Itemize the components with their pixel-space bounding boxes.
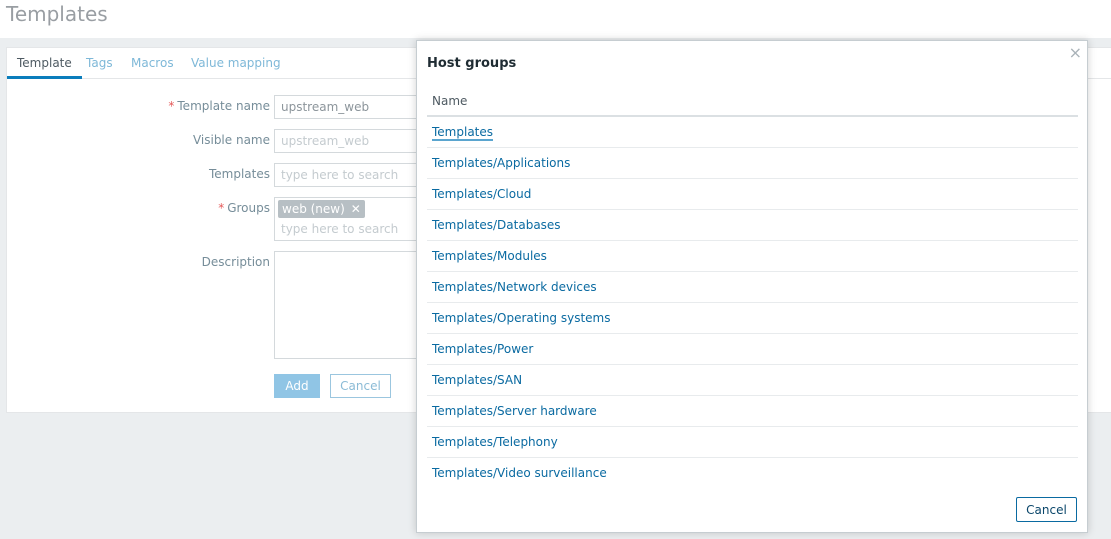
add-button[interactable]: Add — [274, 374, 320, 398]
host-group-link[interactable]: Templates/Operating systems — [432, 311, 611, 325]
list-item: Templates/Cloud — [427, 179, 1078, 210]
required-mark: * — [168, 99, 175, 113]
group-chip: web (new) ✕ — [278, 200, 365, 218]
templates-search-input[interactable]: type here to search — [274, 163, 434, 187]
template-name-label: * Template name — [168, 99, 270, 113]
list-item: Templates/Power — [427, 334, 1078, 365]
host-group-link[interactable]: Templates/Applications — [432, 156, 570, 170]
host-groups-dialog: Host groups × Name Templates Templates/A… — [416, 40, 1088, 533]
tab-template[interactable]: Template — [7, 48, 82, 79]
template-name-input[interactable]: upstream_web — [274, 95, 434, 119]
host-group-link[interactable]: Templates/Modules — [432, 249, 547, 263]
groups-search-input[interactable]: type here to search — [281, 222, 398, 236]
list-item: Templates/Telephony — [427, 427, 1078, 458]
host-group-link[interactable]: Templates/SAN — [432, 373, 522, 387]
list-item: Templates/Video surveillance — [427, 458, 1078, 489]
required-mark: * — [218, 201, 225, 215]
list-item: Templates/Modules — [427, 241, 1078, 272]
host-group-link[interactable]: Templates/Video surveillance — [432, 466, 607, 480]
tab-macros[interactable]: Macros — [121, 48, 184, 79]
page-title: Templates — [6, 2, 108, 26]
visible-name-label: Visible name — [192, 133, 270, 147]
close-icon[interactable]: × — [1069, 44, 1082, 62]
host-group-list: Templates Templates/Applications Templat… — [427, 117, 1078, 489]
host-group-link[interactable]: Templates — [432, 125, 494, 141]
groups-multiselect[interactable]: web (new) ✕ type here to search — [274, 197, 434, 241]
visible-name-input[interactable]: upstream_web — [274, 129, 434, 153]
host-group-link[interactable]: Templates/Server hardware — [432, 404, 597, 418]
description-textarea[interactable] — [274, 251, 434, 359]
list-item: Templates/Applications — [427, 148, 1078, 179]
list-item: Templates/Databases — [427, 210, 1078, 241]
tab-tags[interactable]: Tags — [76, 48, 123, 79]
dialog-cancel-button[interactable]: Cancel — [1016, 497, 1077, 522]
description-label: Description — [201, 255, 270, 269]
chip-remove-icon[interactable]: ✕ — [351, 202, 361, 216]
list-item: Templates — [427, 117, 1078, 148]
host-group-link[interactable]: Templates/Cloud — [432, 187, 531, 201]
list-item: Templates/Server hardware — [427, 396, 1078, 427]
list-item: Templates/Operating systems — [427, 303, 1078, 334]
tab-value-mapping[interactable]: Value mapping — [181, 48, 291, 79]
host-group-link[interactable]: Templates/Databases — [432, 218, 561, 232]
host-group-link[interactable]: Templates/Power — [432, 342, 533, 356]
page-header: Templates — [0, 0, 1111, 38]
list-header: Name — [427, 89, 1078, 117]
groups-label: * Groups — [218, 201, 270, 215]
column-header-name: Name — [432, 94, 468, 108]
form-cancel-button[interactable]: Cancel — [330, 374, 391, 398]
list-item: Templates/SAN — [427, 365, 1078, 396]
templates-label: Templates — [208, 167, 270, 181]
list-item: Templates/Network devices — [427, 272, 1078, 303]
dialog-title: Host groups — [427, 56, 517, 71]
host-group-link[interactable]: Templates/Network devices — [432, 280, 597, 294]
host-group-link[interactable]: Templates/Telephony — [432, 435, 558, 449]
